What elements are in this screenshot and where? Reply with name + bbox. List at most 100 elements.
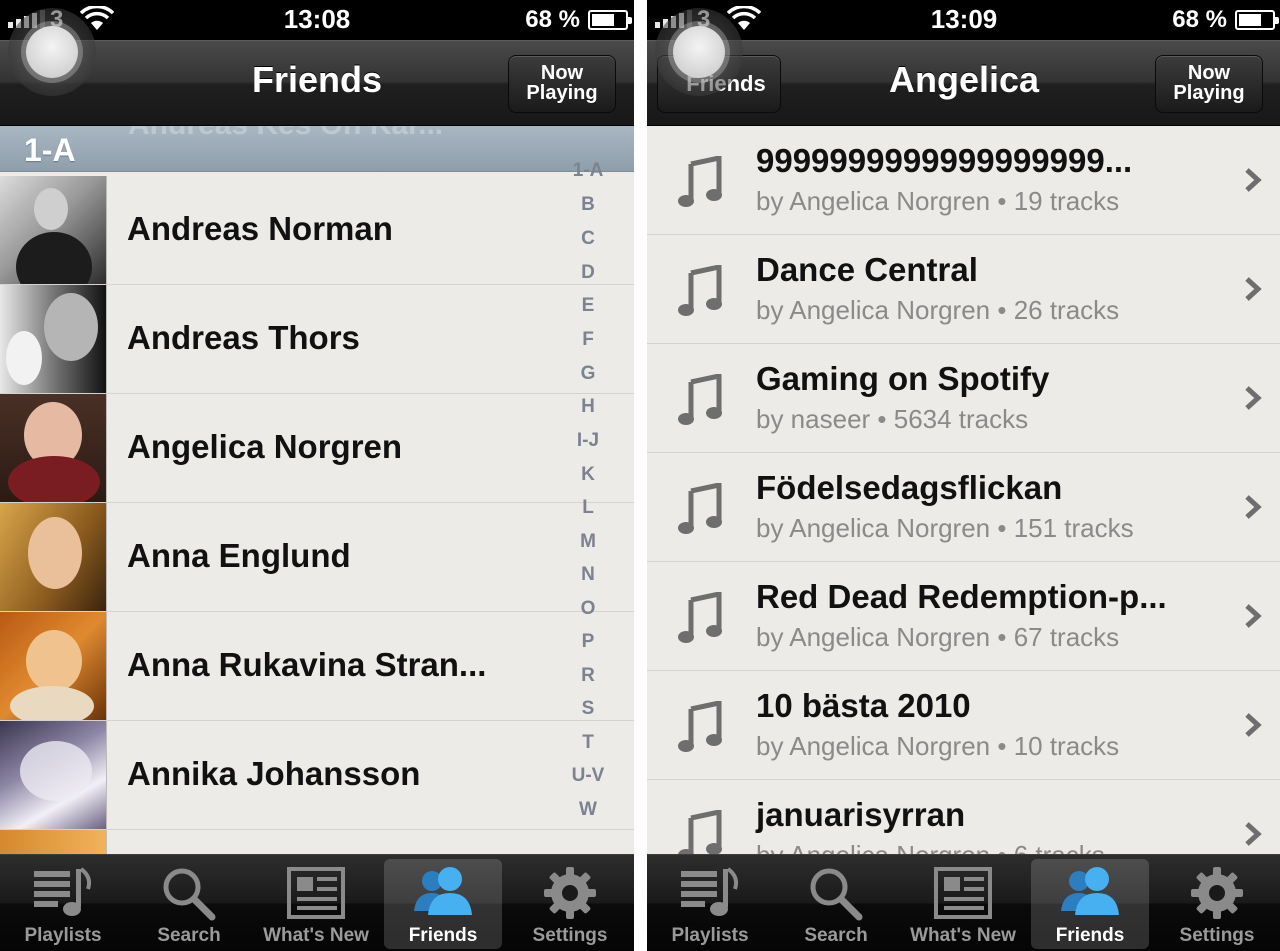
tab-search[interactable]: Search — [130, 859, 248, 949]
friend-row-andreas-thors[interactable]: Andreas Thors — [0, 285, 634, 394]
playlist-row[interactable]: Dance Central by Angelica Norgren • 26 t… — [647, 235, 1280, 344]
playlist-row[interactable]: Red Dead Redemption-p... by Angelica Nor… — [647, 562, 1280, 671]
index-letter[interactable]: G — [560, 363, 616, 385]
chevron-right-icon — [1245, 604, 1262, 628]
index-letter[interactable]: P — [560, 631, 616, 653]
playlists-icon — [34, 867, 92, 916]
index-letter[interactable]: N — [560, 564, 616, 586]
index-letter[interactable]: H — [560, 396, 616, 418]
playlist-subtitle: by Angelica Norgren • 26 tracks — [756, 295, 1120, 325]
tab-whats-new[interactable]: What's New — [257, 859, 375, 949]
playlist-subtitle: by Angelica Norgren • 19 tracks — [756, 186, 1120, 216]
chevron-right-icon — [1245, 386, 1262, 410]
now-playing-button[interactable]: Now Playing — [1155, 55, 1263, 113]
tab-label: Friends — [1055, 925, 1125, 946]
tab-whats-new[interactable]: What's New — [904, 859, 1022, 949]
tab-friends[interactable]: Friends — [1031, 859, 1149, 949]
friend-name: Andreas Norman — [127, 210, 393, 247]
friend-row-anna-rukavina[interactable]: Anna Rukavina Stran... — [0, 612, 634, 721]
tab-search[interactable]: Search — [777, 859, 895, 949]
playlist-title: Födelsedagsflickan — [756, 469, 1063, 506]
alphabet-index[interactable]: 1-A B C D E F G H I-J K L M N O P R S T … — [560, 160, 616, 830]
friend-row-anna-englund[interactable]: Anna Englund — [0, 503, 634, 612]
search-icon — [810, 868, 863, 921]
music-note-icon — [678, 265, 722, 316]
index-letter[interactable]: O — [560, 598, 616, 620]
search-icon — [163, 868, 216, 921]
music-note-icon — [678, 483, 722, 534]
index-letter[interactable]: I-J — [560, 430, 616, 452]
index-letter[interactable]: E — [560, 295, 616, 317]
music-note-icon — [678, 810, 722, 854]
music-note-icon — [678, 701, 722, 752]
playlist-subtitle: by Angelica Norgren • 151 tracks — [756, 513, 1134, 543]
friend-row-partial[interactable] — [0, 830, 634, 854]
tab-label: Settings — [1179, 925, 1255, 946]
friend-row-angelica-norgren[interactable]: Angelica Norgren — [0, 394, 634, 503]
tab-settings[interactable]: Settings — [1158, 859, 1276, 949]
playlist-subtitle: by Angelica Norgren • 6 tracks — [756, 840, 1105, 854]
avatar — [0, 830, 107, 854]
battery-icon — [1235, 10, 1279, 30]
tab-label: What's New — [263, 925, 369, 946]
playlists-icon — [681, 867, 739, 916]
index-letter[interactable]: B — [560, 194, 616, 216]
tab-settings[interactable]: Settings — [511, 859, 629, 949]
status-bar: 3 13:08 68 % — [0, 0, 634, 40]
chevron-right-icon — [1245, 495, 1262, 519]
battery-icon — [588, 10, 632, 30]
friend-name: Anna Englund — [127, 537, 351, 574]
music-note-icon — [678, 156, 722, 207]
playlist-row[interactable]: januarisyrran by Angelica Norgren • 6 tr… — [647, 780, 1280, 854]
playlist-title: 9999999999999999999... — [756, 142, 1133, 179]
friend-row-annika-johansson[interactable]: Annika Johansson — [0, 721, 634, 830]
scrolled-row-text: Andreas Kes On Kar... — [128, 126, 443, 142]
tab-playlists[interactable]: Playlists — [4, 859, 122, 949]
tab-label: Search — [804, 925, 868, 946]
tab-playlists[interactable]: Playlists — [651, 859, 769, 949]
music-note-icon — [678, 374, 722, 425]
index-letter[interactable]: R — [560, 665, 616, 687]
index-letter[interactable]: C — [560, 228, 616, 250]
avatar — [0, 612, 107, 720]
index-letter[interactable]: M — [560, 531, 616, 553]
friends-icon — [414, 867, 472, 915]
index-letter[interactable]: U-V — [560, 765, 616, 787]
tab-friends[interactable]: Friends — [384, 859, 502, 949]
whats-new-icon — [287, 867, 345, 919]
tab-label: Playlists — [24, 925, 102, 946]
playlist-title: Dance Central — [756, 251, 978, 288]
avatar — [0, 285, 107, 393]
assistive-touch-button[interactable] — [8, 8, 96, 96]
assistive-touch-button[interactable] — [655, 8, 743, 96]
index-letter[interactable]: 1-A — [560, 160, 616, 182]
playlist-title: 10 bästa 2010 — [756, 687, 971, 724]
tab-label: Friends — [408, 925, 478, 946]
playlist-row[interactable]: Födelsedagsflickan by Angelica Norgren •… — [647, 453, 1280, 562]
now-playing-button[interactable]: Now Playing — [508, 55, 616, 113]
index-letter[interactable]: S — [560, 698, 616, 720]
playlist-row[interactable]: 9999999999999999999... by Angelica Norgr… — [647, 126, 1280, 235]
playlist-row[interactable]: Gaming on Spotify by naseer • 5634 track… — [647, 344, 1280, 453]
friend-playlists-screen: 3 13:09 68 % Friends Angelica Now Playin… — [647, 0, 1280, 951]
now-playing-label-line2: Playing — [526, 82, 598, 104]
playlist-subtitle: by Angelica Norgren • 67 tracks — [756, 622, 1120, 652]
index-letter[interactable]: K — [560, 464, 616, 486]
index-letter[interactable]: W — [560, 799, 616, 821]
friends-list: Andreas Norman Andreas Thors Angelica No… — [0, 176, 634, 854]
playlist-row[interactable]: 10 bästa 2010 by Angelica Norgren • 10 t… — [647, 671, 1280, 780]
now-playing-label-line1: Now — [1187, 62, 1231, 84]
index-letter[interactable]: L — [560, 497, 616, 519]
friend-name: Anna Rukavina Stran... — [127, 646, 487, 683]
index-letter[interactable]: T — [560, 732, 616, 754]
section-header: Andreas Kes On Kar... 1-A — [0, 126, 634, 172]
index-letter[interactable]: D — [560, 262, 616, 284]
status-bar: 3 13:09 68 % — [647, 0, 1280, 40]
friend-name: Andreas Thors — [127, 319, 360, 356]
playlist-subtitle: by Angelica Norgren • 10 tracks — [756, 731, 1120, 761]
index-letter[interactable]: F — [560, 329, 616, 351]
avatar — [0, 394, 107, 502]
now-playing-label-line2: Playing — [1173, 82, 1245, 104]
friend-row-andreas-norman[interactable]: Andreas Norman — [0, 176, 634, 285]
playlist-title: Red Dead Redemption-p... — [756, 578, 1167, 615]
